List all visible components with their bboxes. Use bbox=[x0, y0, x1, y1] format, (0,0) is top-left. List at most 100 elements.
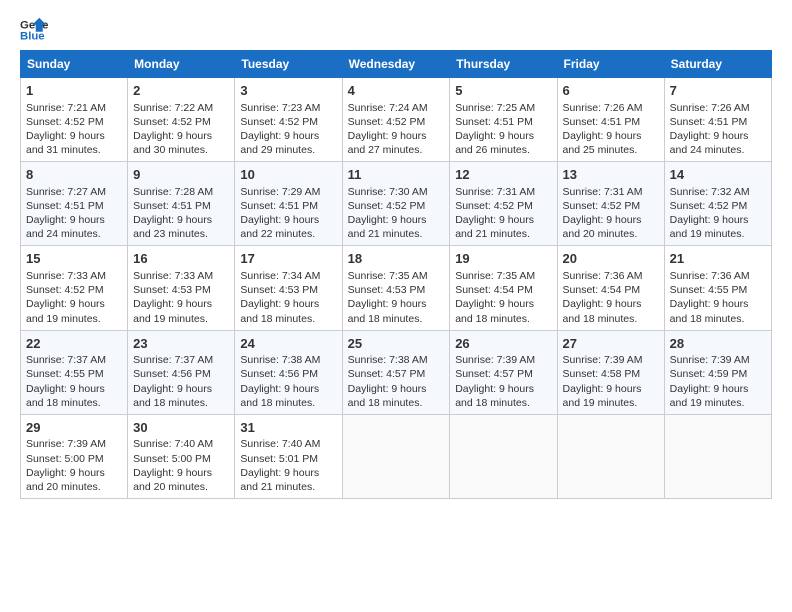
weekday-header-row: SundayMondayTuesdayWednesdayThursdayFrid… bbox=[21, 51, 772, 78]
day-info: Sunset: 4:57 PM bbox=[348, 367, 445, 381]
day-info: Daylight: 9 hours and 18 minutes. bbox=[348, 382, 445, 410]
day-info: Daylight: 9 hours and 18 minutes. bbox=[455, 382, 551, 410]
week-row-2: 8Sunrise: 7:27 AMSunset: 4:51 PMDaylight… bbox=[21, 162, 772, 246]
calendar-cell: 18Sunrise: 7:35 AMSunset: 4:53 PMDayligh… bbox=[342, 246, 450, 330]
day-number: 2 bbox=[133, 82, 229, 100]
calendar-cell: 26Sunrise: 7:39 AMSunset: 4:57 PMDayligh… bbox=[450, 330, 557, 414]
day-number: 17 bbox=[240, 250, 336, 268]
calendar-cell: 7Sunrise: 7:26 AMSunset: 4:51 PMDaylight… bbox=[664, 78, 771, 162]
day-info: Sunset: 4:52 PM bbox=[348, 115, 445, 129]
day-info: Daylight: 9 hours and 24 minutes. bbox=[670, 129, 766, 157]
day-info: Daylight: 9 hours and 30 minutes. bbox=[133, 129, 229, 157]
day-info: Daylight: 9 hours and 18 minutes. bbox=[240, 382, 336, 410]
day-info: Sunrise: 7:29 AM bbox=[240, 185, 336, 199]
day-number: 12 bbox=[455, 166, 551, 184]
calendar-cell bbox=[342, 414, 450, 498]
logo-icon: General Blue bbox=[20, 16, 48, 44]
day-info: Daylight: 9 hours and 19 minutes. bbox=[563, 382, 659, 410]
day-info: Daylight: 9 hours and 29 minutes. bbox=[240, 129, 336, 157]
day-info: Sunrise: 7:38 AM bbox=[240, 353, 336, 367]
day-number: 27 bbox=[563, 335, 659, 353]
weekday-header-tuesday: Tuesday bbox=[235, 51, 342, 78]
day-number: 11 bbox=[348, 166, 445, 184]
calendar-cell: 5Sunrise: 7:25 AMSunset: 4:51 PMDaylight… bbox=[450, 78, 557, 162]
day-info: Daylight: 9 hours and 26 minutes. bbox=[455, 129, 551, 157]
day-info: Sunrise: 7:24 AM bbox=[348, 101, 445, 115]
day-number: 18 bbox=[348, 250, 445, 268]
day-info: Sunset: 4:56 PM bbox=[240, 367, 336, 381]
calendar-cell: 2Sunrise: 7:22 AMSunset: 4:52 PMDaylight… bbox=[128, 78, 235, 162]
day-info: Sunrise: 7:38 AM bbox=[348, 353, 445, 367]
day-number: 13 bbox=[563, 166, 659, 184]
day-info: Sunrise: 7:27 AM bbox=[26, 185, 122, 199]
day-info: Sunrise: 7:37 AM bbox=[26, 353, 122, 367]
day-info: Sunrise: 7:31 AM bbox=[563, 185, 659, 199]
day-info: Daylight: 9 hours and 18 minutes. bbox=[563, 297, 659, 325]
calendar-cell: 31Sunrise: 7:40 AMSunset: 5:01 PMDayligh… bbox=[235, 414, 342, 498]
day-info: Sunset: 4:52 PM bbox=[563, 199, 659, 213]
svg-text:General: General bbox=[20, 19, 48, 31]
day-info: Sunrise: 7:33 AM bbox=[133, 269, 229, 283]
day-info: Sunset: 4:57 PM bbox=[455, 367, 551, 381]
day-info: Sunrise: 7:36 AM bbox=[563, 269, 659, 283]
calendar-cell: 4Sunrise: 7:24 AMSunset: 4:52 PMDaylight… bbox=[342, 78, 450, 162]
day-number: 4 bbox=[348, 82, 445, 100]
day-number: 23 bbox=[133, 335, 229, 353]
day-info: Daylight: 9 hours and 20 minutes. bbox=[563, 213, 659, 241]
day-info: Daylight: 9 hours and 21 minutes. bbox=[348, 213, 445, 241]
day-info: Daylight: 9 hours and 19 minutes. bbox=[670, 382, 766, 410]
calendar-cell bbox=[450, 414, 557, 498]
calendar-cell: 25Sunrise: 7:38 AMSunset: 4:57 PMDayligh… bbox=[342, 330, 450, 414]
day-info: Sunset: 4:58 PM bbox=[563, 367, 659, 381]
day-info: Sunrise: 7:23 AM bbox=[240, 101, 336, 115]
day-info: Sunrise: 7:40 AM bbox=[240, 437, 336, 451]
day-info: Sunset: 4:51 PM bbox=[670, 115, 766, 129]
weekday-header-saturday: Saturday bbox=[664, 51, 771, 78]
svg-text:Blue: Blue bbox=[20, 31, 45, 43]
calendar-cell: 29Sunrise: 7:39 AMSunset: 5:00 PMDayligh… bbox=[21, 414, 128, 498]
day-number: 31 bbox=[240, 419, 336, 437]
calendar-cell: 17Sunrise: 7:34 AMSunset: 4:53 PMDayligh… bbox=[235, 246, 342, 330]
weekday-header-thursday: Thursday bbox=[450, 51, 557, 78]
calendar-cell: 6Sunrise: 7:26 AMSunset: 4:51 PMDaylight… bbox=[557, 78, 664, 162]
day-info: Daylight: 9 hours and 31 minutes. bbox=[26, 129, 122, 157]
day-info: Sunrise: 7:39 AM bbox=[26, 437, 122, 451]
day-number: 7 bbox=[670, 82, 766, 100]
logo: General Blue bbox=[20, 16, 48, 44]
week-row-3: 15Sunrise: 7:33 AMSunset: 4:52 PMDayligh… bbox=[21, 246, 772, 330]
day-info: Sunset: 4:51 PM bbox=[563, 115, 659, 129]
day-number: 1 bbox=[26, 82, 122, 100]
day-number: 3 bbox=[240, 82, 336, 100]
day-number: 9 bbox=[133, 166, 229, 184]
calendar-cell: 24Sunrise: 7:38 AMSunset: 4:56 PMDayligh… bbox=[235, 330, 342, 414]
day-info: Sunset: 4:54 PM bbox=[563, 283, 659, 297]
day-info: Sunset: 4:51 PM bbox=[240, 199, 336, 213]
day-info: Sunrise: 7:32 AM bbox=[670, 185, 766, 199]
day-number: 5 bbox=[455, 82, 551, 100]
day-number: 16 bbox=[133, 250, 229, 268]
day-info: Sunset: 4:52 PM bbox=[348, 199, 445, 213]
day-info: Daylight: 9 hours and 19 minutes. bbox=[133, 297, 229, 325]
day-info: Sunset: 4:54 PM bbox=[455, 283, 551, 297]
day-info: Daylight: 9 hours and 18 minutes. bbox=[26, 382, 122, 410]
day-number: 6 bbox=[563, 82, 659, 100]
day-info: Sunrise: 7:35 AM bbox=[455, 269, 551, 283]
day-info: Daylight: 9 hours and 18 minutes. bbox=[240, 297, 336, 325]
day-info: Daylight: 9 hours and 19 minutes. bbox=[670, 213, 766, 241]
day-info: Sunset: 4:52 PM bbox=[670, 199, 766, 213]
day-info: Sunset: 4:53 PM bbox=[133, 283, 229, 297]
day-number: 15 bbox=[26, 250, 122, 268]
calendar-cell: 9Sunrise: 7:28 AMSunset: 4:51 PMDaylight… bbox=[128, 162, 235, 246]
calendar-cell: 19Sunrise: 7:35 AMSunset: 4:54 PMDayligh… bbox=[450, 246, 557, 330]
day-info: Sunrise: 7:39 AM bbox=[455, 353, 551, 367]
calendar-cell: 1Sunrise: 7:21 AMSunset: 4:52 PMDaylight… bbox=[21, 78, 128, 162]
day-info: Sunset: 4:55 PM bbox=[670, 283, 766, 297]
week-row-5: 29Sunrise: 7:39 AMSunset: 5:00 PMDayligh… bbox=[21, 414, 772, 498]
day-number: 22 bbox=[26, 335, 122, 353]
day-info: Sunrise: 7:21 AM bbox=[26, 101, 122, 115]
day-info: Daylight: 9 hours and 18 minutes. bbox=[348, 297, 445, 325]
day-number: 20 bbox=[563, 250, 659, 268]
day-info: Sunset: 5:01 PM bbox=[240, 452, 336, 466]
day-info: Daylight: 9 hours and 27 minutes. bbox=[348, 129, 445, 157]
day-info: Sunset: 4:51 PM bbox=[133, 199, 229, 213]
